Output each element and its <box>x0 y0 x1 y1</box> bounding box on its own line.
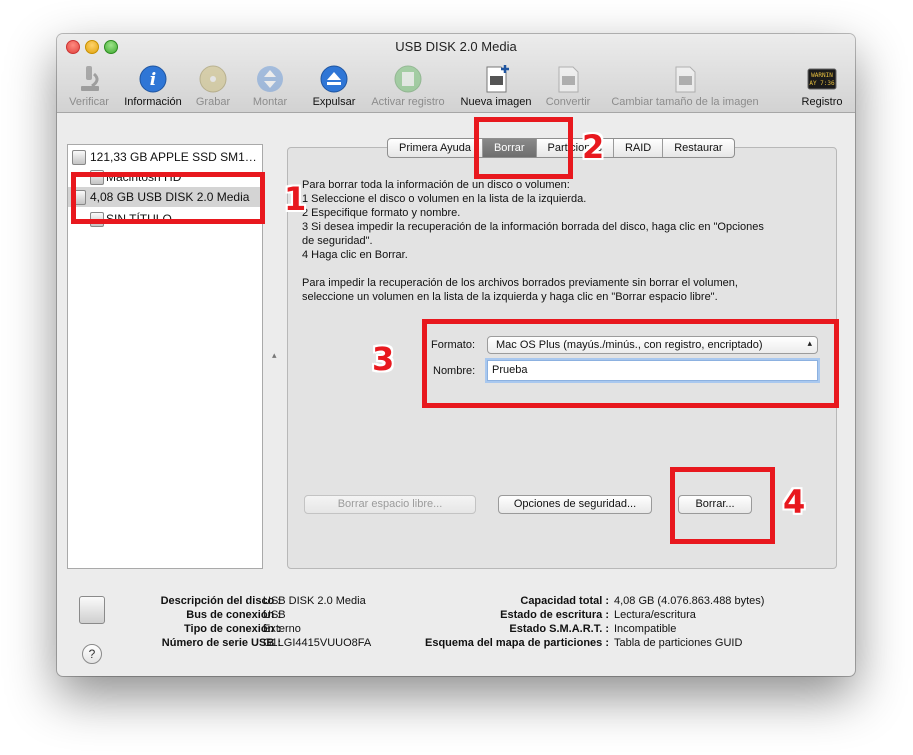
info-key: Descripción del disco : <box>160 595 281 607</box>
info-key: Bus de conexión : <box>186 609 281 621</box>
info-value: Tabla de particiones GUID <box>614 637 743 649</box>
microscope-icon <box>81 66 99 91</box>
svg-text:AY 7:36: AY 7:36 <box>809 80 835 87</box>
convert-icon <box>558 66 579 93</box>
tab-raid[interactable]: RAID <box>614 139 664 157</box>
toolbar-label: Nueva imagen <box>460 96 532 108</box>
instruction-line: 2 Especifique formato y nombre. <box>302 207 461 219</box>
window-title: USB DISK 2.0 Media <box>395 39 517 54</box>
annotation-box-1 <box>71 172 265 224</box>
tab-restaurar[interactable]: Restaurar <box>663 139 733 157</box>
info-value: Externo <box>263 623 301 635</box>
info-key: Capacidad total : <box>520 595 609 607</box>
toolbar-label: Registro <box>801 96 843 108</box>
annotation-number-4: 4 <box>783 483 806 521</box>
toolbar-label: Verificar <box>69 96 109 108</box>
annotation-box-3 <box>422 319 839 408</box>
info-value: Lectura/escritura <box>614 609 696 621</box>
toolbar-nueva-imagen-button[interactable]: Nueva imagen <box>457 64 535 112</box>
instruction-line: Para borrar toda la información de un di… <box>302 179 570 191</box>
toolbar-registro-button[interactable]: WARNIN AY 7:36 Registro <box>797 64 847 112</box>
info-value: 4,08 GB (4.076.863.488 bytes) <box>614 595 765 607</box>
toolbar-informacion-button[interactable]: i Información <box>119 64 187 112</box>
annotation-number-3: 3 <box>372 340 395 378</box>
eject-icon <box>320 65 348 93</box>
title-bar: USB DISK 2.0 Media Verificar i Informaci… <box>57 34 855 113</box>
toolbar-activar-registro-button[interactable]: Activar registro <box>366 64 450 112</box>
erase-free-space-button[interactable]: Borrar espacio libre... <box>304 495 476 514</box>
burn-disc-icon <box>199 65 227 93</box>
info-value: USB <box>263 609 286 621</box>
toolbar-expulsar-button[interactable]: Expulsar <box>305 64 363 112</box>
annotation-number-1: 1 <box>284 180 307 218</box>
instruction-line: 3 Si desea impedir la recuperación de la… <box>302 221 764 233</box>
info-value: Incompatible <box>614 623 677 635</box>
splitter-handle[interactable]: ▴ <box>272 350 277 361</box>
svg-text:WARNIN: WARNIN <box>811 72 833 79</box>
toolbar-cambiar-tamano-button[interactable]: Cambiar tamaño de la imagen <box>602 64 768 112</box>
toolbar-montar-button[interactable]: Montar <box>243 64 297 112</box>
annotation-box-4 <box>670 467 775 544</box>
help-button[interactable]: ? <box>82 644 102 664</box>
toolbar-label: Expulsar <box>312 96 356 108</box>
instruction-line: 1 Seleccione el disco o volumen en la li… <box>302 193 587 205</box>
info-key: Número de serie USB : <box>161 637 281 649</box>
mount-icon <box>257 66 283 92</box>
resize-image-icon <box>675 66 696 93</box>
journal-icon <box>394 65 422 93</box>
annotation-number-2: 2 <box>582 128 605 166</box>
hard-disk-icon <box>72 150 86 165</box>
toolbar-convertir-button[interactable]: Convertir <box>541 64 595 112</box>
toolbar-label: Grabar <box>195 96 231 108</box>
info-icon: i <box>139 65 167 93</box>
info-value: USB DISK 2.0 Media <box>263 595 366 607</box>
tab-primera-ayuda[interactable]: Primera Ayuda <box>388 139 483 157</box>
toolbar-label: Convertir <box>545 96 591 108</box>
toolbar-label: Montar <box>252 96 288 108</box>
instruction-line: 4 Haga clic en Borrar. <box>302 249 408 261</box>
info-value: G1LGI4415VUUO8FA <box>263 637 372 649</box>
sidebar-item-apple-ssd[interactable]: 121,33 GB APPLE SSD SM1… <box>68 147 262 167</box>
toolbar-label: Información <box>124 96 182 108</box>
toolbar-grabar-button[interactable]: Grabar <box>189 64 237 112</box>
log-icon: WARNIN AY 7:36 <box>807 68 837 90</box>
free-space-instruction: seleccione un volumen en la lista de la … <box>302 291 718 303</box>
security-options-button[interactable]: Opciones de seguridad... <box>498 495 652 514</box>
toolbar-label: Activar registro <box>371 96 445 108</box>
annotation-box-2 <box>474 117 573 179</box>
toolbar-label: Cambiar tamaño de la imagen <box>611 96 759 108</box>
instruction-line: de seguridad". <box>302 235 373 247</box>
svg-text:i: i <box>150 70 156 90</box>
toolbar-verificar-button[interactable]: Verificar <box>61 64 117 112</box>
info-key: Estado de escritura : <box>500 609 609 621</box>
info-key: Esquema del mapa de particiones : <box>424 637 609 649</box>
usb-disk-icon <box>79 596 105 624</box>
new-image-icon <box>486 65 509 93</box>
info-key: Estado S.M.A.R.T. : <box>509 623 609 635</box>
sidebar-item-label: 121,33 GB APPLE SSD SM1… <box>90 150 257 164</box>
info-key: Tipo de conexión : <box>184 623 281 635</box>
free-space-instruction: Para impedir la recuperación de los arch… <box>302 277 738 289</box>
